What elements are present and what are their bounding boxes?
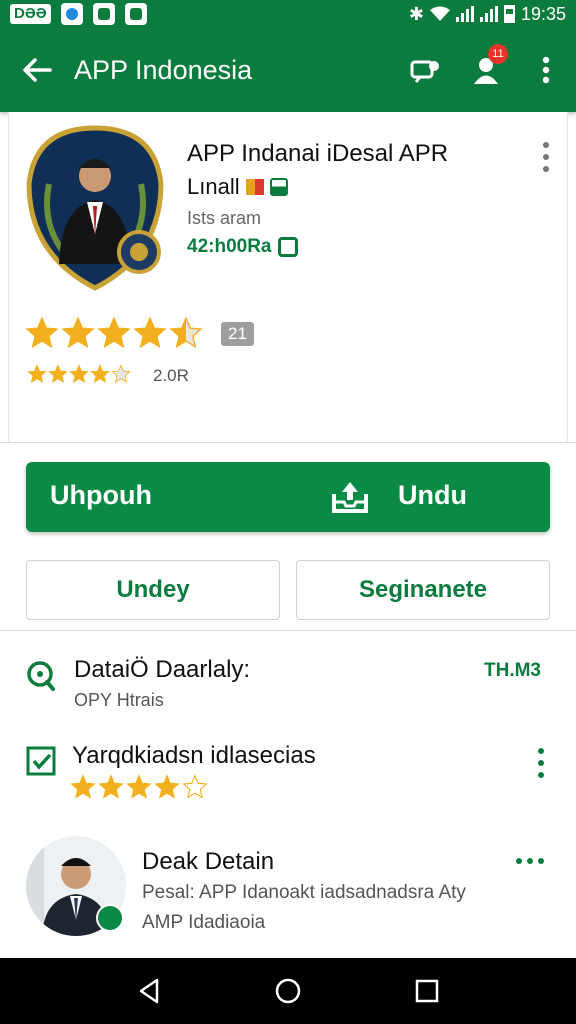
star-icon [98,774,124,799]
overflow-menu-button[interactable] [516,28,576,112]
star-icon [97,316,131,349]
app-bar: APP Indonesia 11 [0,28,576,112]
notification-app-icon [60,3,83,25]
carrier-label: DƏƏ [10,4,51,24]
app-developer: Lınall [187,174,240,199]
developer-title: Deak Detain [142,848,275,875]
nav-home-icon [275,978,301,1004]
nav-recents-icon [415,979,438,1003]
nav-recents-button[interactable] [407,971,447,1011]
app-screen: DƏƏ ✱ 19:35 APP Indonesia 11 APP Indanai… [0,0,576,1024]
back-button[interactable] [0,28,74,112]
row-more-button[interactable] [536,748,546,778]
install-button[interactable]: Uhpouh Undu [26,462,550,532]
status-bar: DƏƏ ✱ 19:35 [0,0,576,28]
back-arrow-icon [23,58,52,82]
search-icon [27,661,55,691]
star-icon [27,364,47,383]
divider [0,630,576,631]
row-title: DataiÖ Daarlaly: [74,656,251,683]
row-subtitle: OPY Htrais [74,690,164,710]
star-icon [126,774,152,799]
rating-count: 2.0R [153,366,189,385]
signal-icon-2 [479,6,498,22]
nav-back-icon [140,978,159,1004]
star-icon [61,316,95,349]
star-icon [133,316,167,349]
share-icon [410,60,439,83]
more-vert-icon [542,56,550,84]
developer-line-2: AMP Idadiaoia [142,912,266,933]
star-icon [90,364,110,383]
wifi-icon [429,6,450,21]
bluetooth-icon: ✱ [408,3,424,24]
secondary-button-right[interactable]: Seginanete [296,560,550,620]
notification-paw-icon [92,3,115,25]
app-logo-emblem [26,125,164,291]
download-tray-icon [332,482,368,513]
clock: 19:35 [520,3,566,24]
app-size-row: 42:h00Ra [187,236,298,258]
developer-line-1: Pesal: APP Idanoakt iadsadnadsra Aty [142,882,466,903]
rating-stars [25,316,203,350]
rating-value: 21 [221,322,254,346]
nav-back-button[interactable] [129,971,169,1011]
star-icon [154,774,180,799]
row-value: TH.M3 [484,660,541,681]
star-icon [48,364,68,383]
app-header-card: APP Indanai iDesal APR Lınall Ists aram … [8,112,568,442]
signal-icon [455,6,474,22]
star-icon [70,774,96,799]
notification-image-icon [124,3,147,25]
app-size: 42:h00Ra [187,236,272,257]
row-stars [70,774,208,800]
secondary-button-left[interactable]: Undey [26,560,280,620]
page-title: APP Indonesia [74,54,253,85]
developer-more-button[interactable] [516,858,544,864]
header-more-button[interactable] [541,142,551,172]
star-icon [69,364,89,383]
rating-stars-small [27,364,131,384]
notification-badge: 11 [488,44,508,64]
app-developer-row: Lınall [187,174,288,200]
star-icon [169,316,203,349]
star-icon [182,774,208,799]
share-button[interactable] [396,28,456,112]
star-icon [25,316,59,349]
checkbox-icon [26,746,56,776]
verified-chip-icon [269,178,288,196]
install-right-label: Undu [398,480,467,510]
nav-home-button[interactable] [268,971,308,1011]
flag-icon [245,179,264,195]
account-button[interactable]: 11 [456,28,516,112]
app-name: APP Indanai iDesal APR [187,140,449,167]
battery-icon [503,5,515,23]
size-box-icon [277,237,298,257]
star-icon [111,364,131,383]
verified-badge-icon [96,904,124,932]
divider [0,442,576,443]
app-category: Ists aram [187,208,262,228]
system-nav-bar [0,958,576,1024]
row-title: Yarqdkiadsn idlasecias [72,742,316,769]
install-label: Uhpouh [50,480,152,510]
